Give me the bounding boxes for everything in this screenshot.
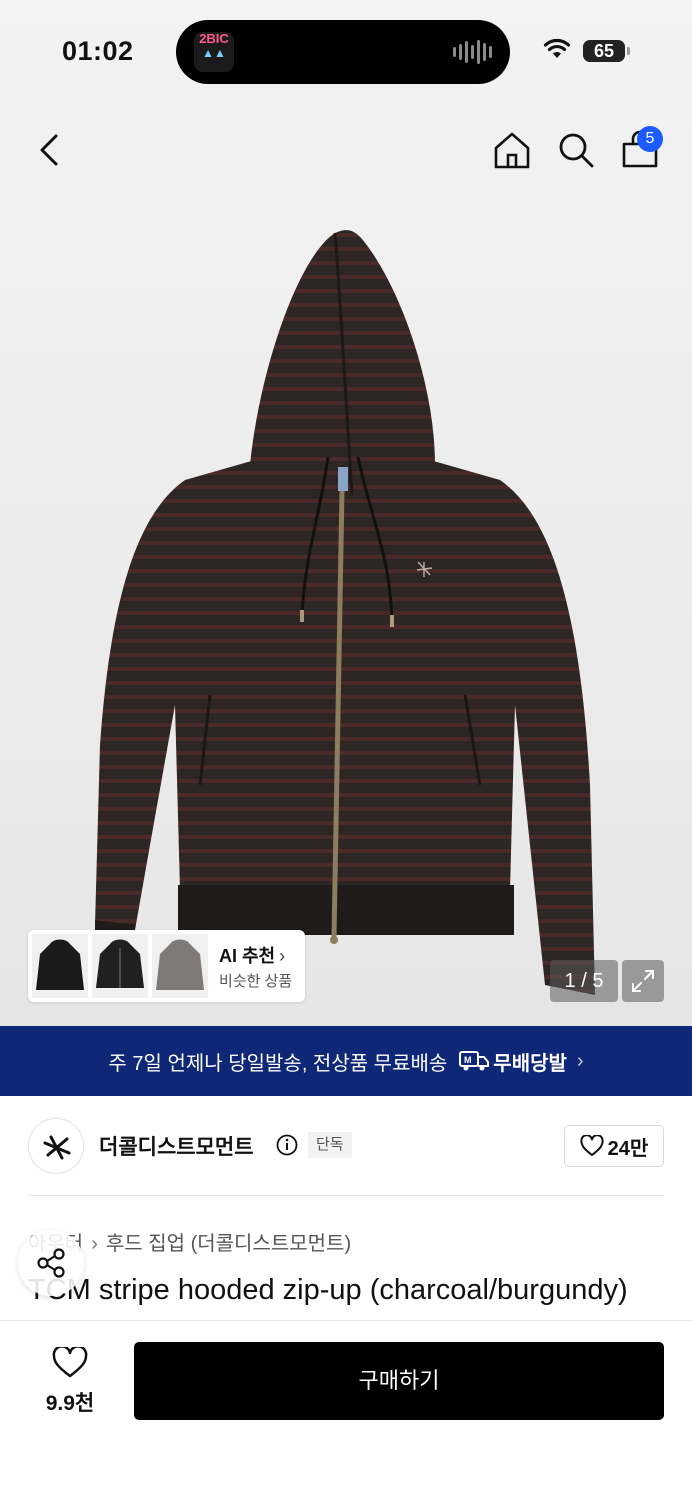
- ai-recommend-subtitle: 비슷한 상품: [219, 973, 293, 990]
- delivery-truck-icon: M: [459, 1051, 490, 1071]
- buy-button[interactable]: 구매하기: [134, 1342, 664, 1420]
- product-image-gallery[interactable]: 01:02 2BIC ▲▲ 65 5 AI 추천 › 비슷한 상품 1 / 5: [0, 0, 692, 1026]
- status-bar: 01:02 2BIC ▲▲ 65: [0, 0, 692, 100]
- status-time: 01:02: [62, 36, 134, 66]
- wishlist-count: 9.9천: [45, 1392, 95, 1415]
- home-icon[interactable]: [492, 130, 532, 170]
- promo-logo-text: 무배당발: [493, 1052, 567, 1075]
- delivery-promo-banner[interactable]: 주 7일 언제나 당일발송, 전상품 무료배송 M 무배당발 ›: [0, 1026, 692, 1096]
- product-photo-hoodie: [95, 230, 595, 995]
- share-icon: [37, 1248, 65, 1278]
- bottom-action-bar: 9.9천 구매하기: [0, 1320, 692, 1500]
- chevron-right-icon: ›: [576, 1049, 584, 1072]
- product-title: TCM stripe hooded zip-up (charcoal/burgu…: [28, 1274, 628, 1306]
- wifi-icon: [543, 38, 571, 58]
- brand-name[interactable]: 더콜디스트모먼트: [99, 1131, 254, 1161]
- svg-text:M: M: [464, 1055, 472, 1065]
- dynamic-island: 2BIC ▲▲: [176, 20, 510, 84]
- recommend-thumbnail[interactable]: [32, 934, 88, 998]
- ai-recommend-title[interactable]: AI 추천 ›: [219, 942, 285, 968]
- heart-icon: [52, 1347, 88, 1378]
- breadcrumb-subcategory[interactable]: 후드 집업 (더콜디스트모먼트): [106, 1233, 351, 1255]
- share-button[interactable]: [18, 1230, 84, 1296]
- chevron-right-icon: ›: [91, 1233, 98, 1255]
- expand-button[interactable]: [622, 960, 664, 1002]
- image-counter: 1 / 5: [550, 960, 618, 1002]
- free-delivery-logo: M 무배당발: [459, 1047, 567, 1076]
- audio-waveform-icon: [453, 40, 492, 64]
- recommend-thumbnail[interactable]: [152, 934, 208, 998]
- divider: [28, 1195, 664, 1196]
- brand-like-button[interactable]: 24만: [564, 1125, 664, 1167]
- battery-indicator: 65: [583, 40, 630, 62]
- exclusive-badge: 단독: [308, 1132, 352, 1158]
- now-playing-app-icon: 2BIC ▲▲: [194, 32, 234, 72]
- back-icon[interactable]: [30, 128, 70, 172]
- info-icon[interactable]: [276, 1134, 298, 1156]
- promo-text: 주 7일 언제나 당일발송, 전상품 무료배송: [108, 1052, 448, 1075]
- cart-count-badge: 5: [637, 126, 663, 152]
- island-app-label: 2BIC: [199, 31, 229, 46]
- heart-icon: [580, 1135, 604, 1156]
- recommend-thumbnail[interactable]: [92, 934, 148, 998]
- wishlist-button[interactable]: 9.9천: [30, 1347, 110, 1417]
- search-icon[interactable]: [556, 130, 596, 170]
- ai-recommend-card[interactable]: AI 추천 › 비슷한 상품: [28, 930, 305, 1002]
- brand-like-count: 24만: [607, 1137, 649, 1160]
- brand-logo[interactable]: [28, 1118, 84, 1174]
- expand-icon: [632, 970, 654, 992]
